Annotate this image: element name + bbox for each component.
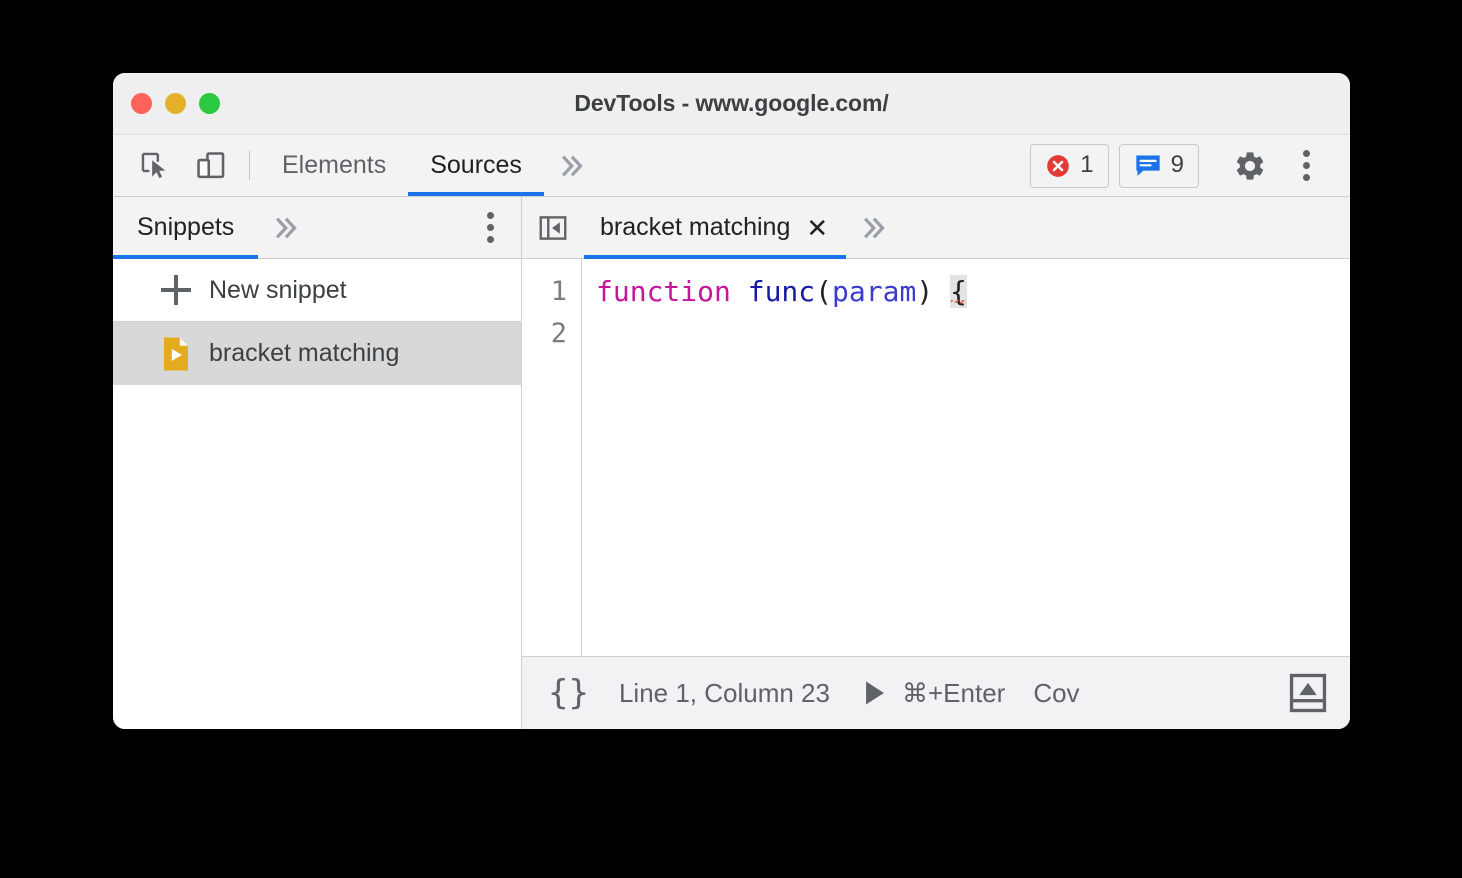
dots-vertical-icon	[1302, 150, 1310, 181]
snippets-list: New snippet bracket matching	[113, 259, 521, 729]
gear-icon	[1236, 151, 1264, 180]
message-count-badge[interactable]: 9	[1118, 143, 1199, 188]
token-close-paren: )	[916, 275, 934, 308]
navigator-more-tabs-button[interactable]	[258, 197, 316, 258]
code-line-1: function func(param) {	[596, 271, 1350, 313]
collapse-sidebar-icon	[539, 215, 567, 240]
coverage-label[interactable]: Cov	[1033, 678, 1079, 709]
chevron-double-right-icon	[276, 217, 298, 238]
editor-tab-bracket-matching[interactable]: bracket matching ✕	[584, 197, 847, 259]
editor-status-bar: {} Line 1, Column 23 ⌘+Enter Cov	[522, 657, 1350, 729]
collapse-navigator-button[interactable]	[522, 197, 584, 258]
new-snippet-label: New snippet	[209, 275, 347, 304]
toolbar-divider	[249, 151, 250, 180]
window-title-bar: DevTools - www.google.com/	[113, 73, 1350, 135]
maximize-window-button[interactable]	[199, 93, 220, 114]
window-title: DevTools - www.google.com/	[574, 90, 889, 116]
token-function-name: func	[747, 275, 816, 308]
tab-elements[interactable]: Elements	[260, 135, 408, 196]
snippet-item-label: bracket matching	[209, 339, 400, 367]
customize-devtools-button[interactable]	[1278, 150, 1334, 181]
message-count: 9	[1170, 150, 1184, 178]
device-toolbar-icon	[197, 151, 225, 178]
token-open-paren: (	[815, 275, 833, 308]
show-drawer-icon	[1289, 673, 1327, 713]
code-editor[interactable]: 1 2 function func(param) {	[522, 259, 1350, 657]
editor-pane: bracket matching ✕ 1 2 function func(par…	[522, 197, 1350, 729]
traffic-lights	[131, 73, 220, 134]
tab-snippets[interactable]: Snippets	[113, 197, 259, 259]
code-content[interactable]: function func(param) {	[582, 259, 1350, 656]
settings-button[interactable]	[1222, 149, 1278, 183]
navigator-tab-bar: Snippets	[113, 197, 521, 259]
error-count-badge[interactable]: 1	[1030, 143, 1109, 188]
minimize-window-button[interactable]	[165, 93, 186, 114]
tab-elements-label: Elements	[282, 151, 387, 179]
snippet-item-bracket-matching[interactable]: bracket matching	[113, 322, 521, 385]
line-number-gutter: 1 2	[522, 259, 582, 656]
toolbar-right-group: 1 9	[1030, 135, 1350, 196]
cursor-position: Line 1, Column 23	[618, 677, 830, 708]
play-triangle-icon	[866, 681, 884, 705]
tab-snippets-label: Snippets	[137, 213, 235, 241]
token-keyword: function	[596, 275, 731, 308]
device-toolbar-button[interactable]	[183, 135, 239, 196]
devtools-main-toolbar: Elements Sources 1 9	[113, 135, 1350, 197]
run-snippet-button[interactable]	[862, 679, 888, 707]
error-count: 1	[1080, 150, 1094, 178]
message-bubble-icon	[1135, 155, 1160, 176]
dots-vertical-icon	[486, 212, 494, 243]
run-shortcut-label: ⌘+Enter	[901, 677, 1006, 708]
show-drawer-button[interactable]	[1288, 672, 1328, 714]
navigator-pane: Snippets New snippet bracket matching	[113, 197, 522, 729]
editor-more-tabs-button[interactable]	[846, 197, 904, 258]
chevron-double-right-icon	[864, 217, 885, 238]
plus-icon	[161, 275, 191, 305]
editor-tab-bar: bracket matching ✕	[522, 197, 1350, 259]
tab-sources[interactable]: Sources	[408, 135, 544, 196]
error-circle-icon	[1047, 154, 1070, 177]
new-snippet-button[interactable]: New snippet	[113, 259, 521, 322]
line-number: 1	[550, 276, 567, 307]
token-open-brace: {	[950, 275, 967, 308]
devtools-body: Snippets New snippet bracket matching br…	[113, 197, 1350, 729]
navigator-more-options-button[interactable]	[459, 197, 521, 258]
close-window-button[interactable]	[131, 93, 152, 114]
editor-tab-label: bracket matching	[600, 213, 791, 241]
devtools-window: DevTools - www.google.com/ Elements Sour…	[113, 73, 1350, 729]
token-gap	[933, 275, 950, 308]
more-panels-button[interactable]	[544, 135, 602, 196]
snippet-file-icon	[161, 337, 191, 371]
tab-sources-label: Sources	[430, 151, 522, 179]
token-parameter: param	[832, 275, 917, 308]
close-icon[interactable]: ✕	[806, 215, 828, 241]
chevron-double-right-icon	[561, 155, 583, 176]
inspect-element-icon	[141, 152, 166, 178]
inspect-element-button[interactable]	[127, 135, 183, 196]
navigator-tabbar-spacer	[316, 197, 459, 258]
pretty-print-button[interactable]: {}	[548, 673, 589, 713]
line-number: 2	[550, 318, 567, 349]
